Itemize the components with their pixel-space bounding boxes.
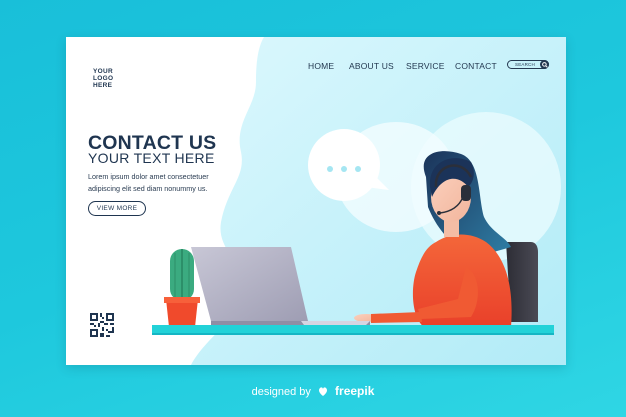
landing-page-card: YOUR LOGO HERE HOME ABOUT US SERVICE CON… <box>66 37 566 365</box>
illustration <box>152 129 554 335</box>
freepik-logo-icon <box>318 387 327 396</box>
footer-brand[interactable]: freepik <box>335 384 374 398</box>
footer-credit: designed by freepik <box>0 384 626 398</box>
laptop <box>191 247 370 326</box>
cactus-plant <box>164 249 200 327</box>
footer-prefix: designed by <box>251 386 311 398</box>
speech-bubble-icon <box>308 129 389 201</box>
